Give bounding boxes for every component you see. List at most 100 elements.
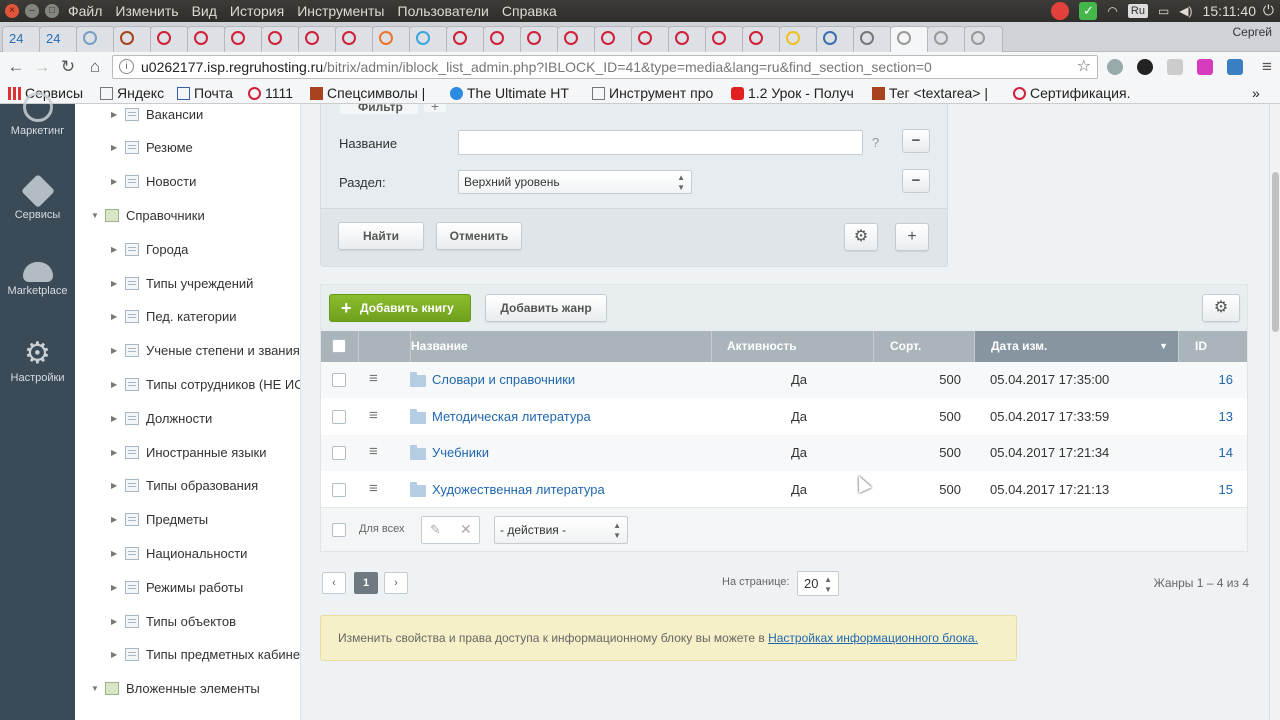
row-id-link[interactable]: 14 bbox=[1161, 445, 1233, 460]
tree-item[interactable]: ▼ Вложенные элементы bbox=[91, 679, 260, 699]
bookmark-certification[interactable]: Сертификация. bbox=[1013, 85, 1130, 101]
bookmark-textarea[interactable]: Тег <textarea> | bbox=[872, 85, 988, 101]
collapsed-arrow-icon[interactable]: ▶ bbox=[111, 177, 125, 186]
collapsed-arrow-icon[interactable]: ▶ bbox=[111, 650, 125, 659]
os-menu-users[interactable]: Пользователи bbox=[398, 3, 489, 19]
browser-tab[interactable] bbox=[557, 26, 596, 52]
tree-item[interactable]: ▶ Ученые степени и звания bbox=[111, 341, 300, 361]
bookmark-special-chars[interactable]: Спецсимволы | bbox=[310, 85, 425, 101]
collapsed-arrow-icon[interactable]: ▶ bbox=[111, 549, 125, 558]
tree-item[interactable]: ▶ Типы образования bbox=[111, 476, 258, 496]
os-menu-edit[interactable]: Изменить bbox=[115, 3, 178, 19]
site-info-icon[interactable]: i bbox=[119, 59, 134, 74]
collapsed-arrow-icon[interactable]: ▶ bbox=[111, 617, 125, 626]
minimize-window-icon[interactable]: – bbox=[25, 4, 39, 18]
row-menu-icon[interactable]: ≡ bbox=[369, 370, 378, 387]
row-name-link[interactable]: Учебники bbox=[432, 445, 489, 460]
tree-item[interactable]: ▶ Резюме bbox=[111, 138, 193, 158]
record-indicator-icon[interactable] bbox=[1051, 2, 1070, 20]
tree-item[interactable]: ▶ Пед. категории bbox=[111, 307, 237, 327]
browser-menu-icon[interactable]: ≡ bbox=[1256, 56, 1278, 78]
bookmark-yandex[interactable]: Яндекс bbox=[100, 85, 164, 101]
section-filter-select[interactable]: Верхний уровень ▲ ▼ bbox=[458, 170, 692, 194]
collapsed-arrow-icon[interactable]: ▶ bbox=[111, 346, 125, 355]
column-header-name[interactable]: Название bbox=[411, 331, 712, 362]
collapsed-arrow-icon[interactable]: ▶ bbox=[111, 312, 125, 321]
remove-section-filter-button[interactable]: − bbox=[902, 169, 930, 193]
grid-settings-gear-icon[interactable]: ⚙ bbox=[1202, 294, 1240, 322]
row-name-link[interactable]: Методическая литература bbox=[432, 409, 591, 424]
browser-tab[interactable] bbox=[224, 26, 263, 52]
tree-item[interactable]: ▶ Национальности bbox=[111, 543, 247, 563]
row-checkbox[interactable] bbox=[332, 446, 346, 460]
battery-icon[interactable]: ▭ bbox=[1158, 4, 1169, 18]
os-menu-help[interactable]: Справка bbox=[502, 3, 557, 19]
page-1-button[interactable]: 1 bbox=[354, 572, 378, 594]
browser-tab[interactable] bbox=[705, 26, 744, 52]
browser-tab[interactable] bbox=[372, 26, 411, 52]
extension-globe-icon[interactable] bbox=[1107, 59, 1123, 75]
back-icon[interactable]: ← bbox=[5, 56, 27, 78]
edit-pencil-icon[interactable]: ✎ bbox=[430, 522, 441, 538]
nav-services[interactable]: Сервисы bbox=[0, 174, 75, 221]
row-id-link[interactable]: 15 bbox=[1161, 482, 1233, 497]
tree-item[interactable]: ▼ Справочники bbox=[91, 205, 205, 225]
browser-tab[interactable] bbox=[409, 26, 448, 52]
maximize-window-icon[interactable]: □ bbox=[45, 4, 59, 18]
row-menu-icon[interactable]: ≡ bbox=[369, 407, 378, 424]
tree-item[interactable]: ▶ Города bbox=[111, 239, 188, 259]
iblock-settings-link[interactable]: Настройках информационного блока. bbox=[768, 631, 978, 645]
add-book-button[interactable]: Добавить книгу bbox=[329, 294, 471, 322]
browser-tab[interactable] bbox=[520, 26, 559, 52]
collapsed-arrow-icon[interactable]: ▶ bbox=[111, 279, 125, 288]
name-filter-input[interactable] bbox=[458, 130, 863, 155]
profile-name[interactable]: Сергей bbox=[1232, 25, 1272, 39]
wifi-icon[interactable]: ◠ bbox=[1107, 4, 1117, 18]
table-row[interactable]: ≡ Учебники Да 500 05.04.2017 17:21:34 14 bbox=[321, 435, 1247, 471]
row-menu-icon[interactable]: ≡ bbox=[369, 443, 378, 460]
tree-item[interactable]: ▶ Иностранные языки bbox=[111, 442, 267, 462]
collapsed-arrow-icon[interactable]: ▶ bbox=[111, 143, 125, 152]
row-checkbox[interactable] bbox=[332, 373, 346, 387]
page-scrollbar[interactable] bbox=[1269, 104, 1280, 720]
browser-tab[interactable] bbox=[890, 26, 929, 52]
table-row[interactable]: ≡ Методическая литература Да 500 05.04.2017 … bbox=[321, 399, 1247, 435]
filter-settings-gear-icon[interactable]: ⚙ bbox=[844, 223, 878, 251]
row-checkbox[interactable] bbox=[332, 409, 346, 424]
column-header-active[interactable]: Активность bbox=[712, 331, 874, 362]
address-bar[interactable]: i u0262177.isp.regruhosting.ru/bitrix/ad… bbox=[112, 55, 1098, 79]
next-page-button[interactable]: › bbox=[384, 572, 408, 594]
bookmark-1111[interactable]: 1111 bbox=[248, 85, 293, 101]
bookmark-star-icon[interactable]: ☆ bbox=[1077, 56, 1091, 78]
find-button[interactable]: Найти bbox=[338, 222, 424, 250]
os-menu-file[interactable]: Файл bbox=[68, 3, 102, 19]
close-window-icon[interactable]: × bbox=[5, 4, 19, 18]
for-all-checkbox[interactable] bbox=[332, 523, 346, 537]
update-check-icon[interactable]: ✓ bbox=[1079, 2, 1098, 20]
browser-tab[interactable] bbox=[150, 26, 189, 52]
nav-marketing[interactable]: Маркетинг bbox=[0, 92, 75, 137]
reload-icon[interactable]: ↻ bbox=[57, 56, 79, 78]
collapsed-arrow-icon[interactable]: ▶ bbox=[111, 245, 125, 254]
browser-tab[interactable] bbox=[668, 26, 707, 52]
volume-icon[interactable]: ◀) bbox=[1179, 4, 1192, 18]
extension-circle-icon[interactable] bbox=[1137, 59, 1153, 75]
column-header-id[interactable]: ID bbox=[1179, 331, 1247, 362]
tree-item[interactable]: ▶ Типы предметных кабинет bbox=[111, 645, 300, 665]
table-row[interactable]: ≡ Словари и справочники Да 500 05.04.2017 17… bbox=[321, 362, 1247, 398]
row-id-link[interactable]: 16 bbox=[1161, 372, 1233, 387]
browser-tab[interactable]: 24 bbox=[39, 26, 78, 52]
delete-x-icon[interactable]: ✕ bbox=[460, 521, 472, 538]
browser-tab[interactable] bbox=[113, 26, 152, 52]
browser-tab[interactable] bbox=[298, 26, 337, 52]
browser-tab[interactable] bbox=[927, 26, 966, 52]
column-header-date[interactable]: Дата изм. ▼ bbox=[975, 331, 1179, 362]
extension-puzzle-icon[interactable] bbox=[1167, 59, 1183, 75]
keyboard-layout[interactable]: Ru bbox=[1127, 4, 1148, 18]
browser-tab[interactable] bbox=[779, 26, 818, 52]
actions-select[interactable]: - действия - ▲ ▼ bbox=[494, 516, 628, 544]
row-menu-icon[interactable]: ≡ bbox=[369, 480, 378, 497]
collapsed-arrow-icon[interactable]: ▶ bbox=[111, 515, 125, 524]
browser-tab[interactable] bbox=[76, 26, 115, 52]
row-checkbox[interactable] bbox=[332, 482, 346, 497]
